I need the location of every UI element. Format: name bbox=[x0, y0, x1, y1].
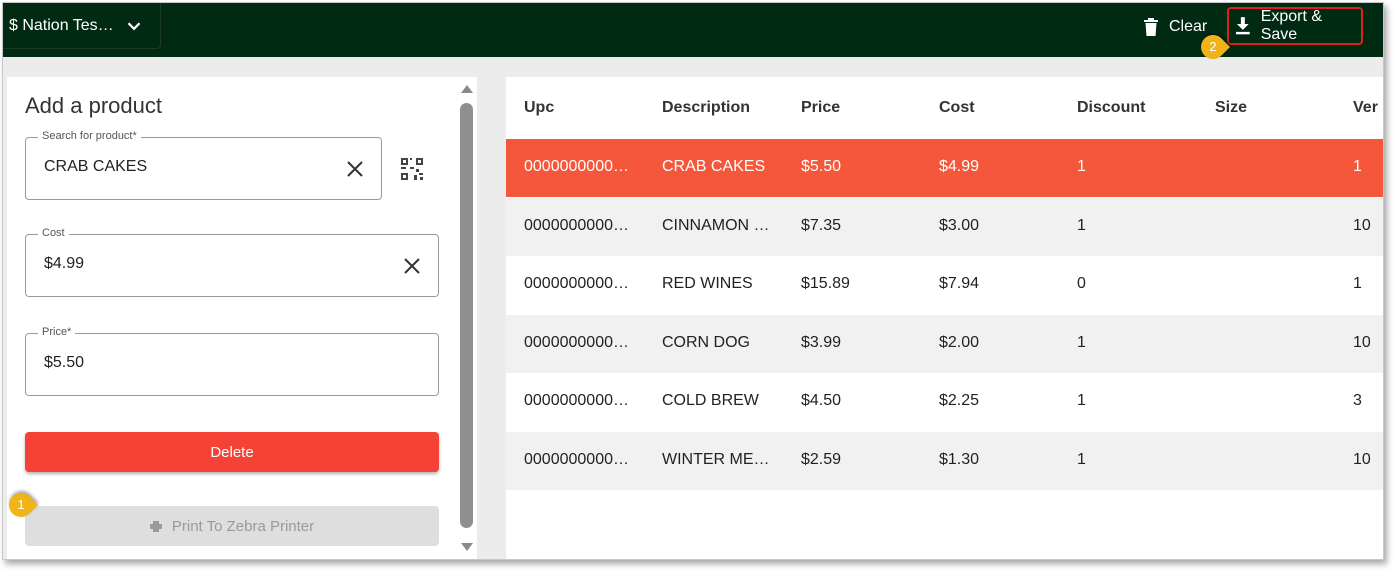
cell-description: CRAB CAKES bbox=[662, 158, 766, 175]
cell-ver: 10 bbox=[1353, 216, 1371, 234]
cost-field-value[interactable]: $4.99 bbox=[44, 255, 84, 273]
print-zebra-button[interactable]: Print To Zebra Printer bbox=[25, 506, 439, 546]
app-window: $ Nation Tes… Clear Export & Save Add a … bbox=[2, 2, 1384, 560]
top-bar: $ Nation Tes… Clear Export & Save bbox=[3, 3, 1383, 57]
add-product-panel: Add a product Search for product* CRAB C… bbox=[7, 77, 457, 559]
cell-ver: 1 bbox=[1353, 158, 1362, 175]
callout-marker-1: 1 bbox=[4, 488, 38, 522]
qr-scan-icon[interactable] bbox=[400, 157, 424, 181]
cell-price: $7.35 bbox=[801, 216, 842, 234]
callout-number: 1 bbox=[17, 497, 25, 512]
cell-upc: 0000000000… bbox=[524, 450, 629, 468]
panel-title: Add a product bbox=[25, 93, 162, 118]
export-save-button[interactable]: Export & Save bbox=[1227, 7, 1363, 45]
column-header-ver[interactable]: Ver bbox=[1353, 99, 1378, 117]
print-zebra-label: Print To Zebra Printer bbox=[171, 517, 315, 535]
column-header-discount[interactable]: Discount bbox=[1077, 99, 1145, 117]
table-row[interactable]: 0000000000… WINTER ME… $2.59 $1.30 1 10 bbox=[506, 431, 1383, 490]
cell-ver: 10 bbox=[1353, 450, 1371, 468]
cell-cost: $2.00 bbox=[939, 333, 980, 351]
cell-price: $2.59 bbox=[801, 450, 842, 468]
table-row[interactable]: 0000000000… CRAB CAKES $5.50 $4.99 1 1 bbox=[506, 139, 1383, 197]
delete-button[interactable]: Delete bbox=[25, 432, 439, 472]
column-header-description[interactable]: Description bbox=[662, 99, 750, 117]
cell-discount: 1 bbox=[1077, 333, 1086, 351]
product-table: Upc Description Price Cost Discount Size… bbox=[506, 77, 1383, 559]
table-row[interactable]: 0000000000… COLD BREW $4.50 $2.25 1 3 bbox=[506, 373, 1383, 431]
cell-discount: 0 bbox=[1077, 275, 1086, 292]
column-header-cost[interactable]: Cost bbox=[939, 99, 975, 117]
search-product-field[interactable]: Search for product* CRAB CAKES bbox=[25, 130, 382, 200]
cell-upc: 0000000000… bbox=[524, 392, 629, 409]
cell-discount: 1 bbox=[1077, 158, 1086, 175]
callout-number: 2 bbox=[1209, 39, 1217, 54]
cell-cost: $3.00 bbox=[939, 216, 980, 234]
cost-field-label: Cost bbox=[38, 227, 69, 239]
table-row[interactable]: 0000000000… CINNAMON … $7.35 $3.00 1 10 bbox=[506, 197, 1383, 256]
cell-description: WINTER ME… bbox=[662, 450, 770, 468]
cell-description: CORN DOG bbox=[662, 333, 750, 351]
close-icon[interactable] bbox=[402, 256, 422, 276]
cell-upc: 0000000000… bbox=[524, 216, 629, 234]
price-field-value[interactable]: $5.50 bbox=[44, 354, 84, 372]
cell-ver: 1 bbox=[1353, 275, 1362, 292]
scroll-thumb[interactable] bbox=[460, 103, 473, 528]
cell-description: RED WINES bbox=[662, 275, 753, 292]
cell-cost: $4.99 bbox=[939, 158, 980, 175]
cell-discount: 1 bbox=[1077, 392, 1086, 409]
printer-icon bbox=[149, 520, 162, 532]
table-row[interactable]: 0000000000… CORN DOG $3.99 $2.00 1 10 bbox=[506, 314, 1383, 373]
trash-icon bbox=[1144, 18, 1158, 36]
chevron-down-icon bbox=[127, 22, 141, 31]
cell-price: $3.99 bbox=[801, 333, 842, 351]
cost-field[interactable]: Cost $4.99 bbox=[25, 227, 439, 297]
column-header-upc[interactable]: Upc bbox=[524, 99, 554, 117]
table-header: Upc Description Price Cost Discount Size… bbox=[506, 77, 1383, 139]
clear-button[interactable]: Clear bbox=[1143, 11, 1207, 43]
cell-upc: 0000000000… bbox=[524, 333, 629, 351]
cell-description: CINNAMON … bbox=[662, 216, 770, 234]
clear-label: Clear bbox=[1169, 18, 1208, 35]
column-header-size[interactable]: Size bbox=[1215, 99, 1247, 117]
cell-cost: $1.30 bbox=[939, 450, 980, 468]
cell-ver: 10 bbox=[1353, 333, 1371, 351]
search-field-value[interactable]: CRAB CAKES bbox=[44, 158, 147, 176]
scroll-down-arrow-icon[interactable] bbox=[461, 543, 473, 551]
price-field-label: Price* bbox=[38, 326, 76, 338]
table-row[interactable]: 0000000000… RED WINES $15.89 $7.94 0 1 bbox=[506, 256, 1383, 314]
cell-discount: 1 bbox=[1077, 450, 1086, 468]
cell-upc: 0000000000… bbox=[524, 275, 629, 292]
search-field-label: Search for product* bbox=[38, 130, 141, 142]
cell-price: $5.50 bbox=[801, 158, 842, 175]
column-header-price[interactable]: Price bbox=[801, 99, 840, 117]
cell-cost: $2.25 bbox=[939, 392, 980, 409]
price-field[interactable]: Price* $5.50 bbox=[25, 326, 439, 396]
cell-price: $4.50 bbox=[801, 392, 842, 409]
scroll-up-arrow-icon[interactable] bbox=[461, 85, 473, 93]
cell-discount: 1 bbox=[1077, 216, 1086, 234]
panel-scrollbar[interactable] bbox=[457, 77, 477, 559]
close-icon[interactable] bbox=[345, 159, 365, 179]
store-selector[interactable]: $ Nation Tes… bbox=[3, 3, 161, 49]
download-icon bbox=[1235, 17, 1250, 35]
cell-ver: 3 bbox=[1353, 392, 1362, 409]
cell-description: COLD BREW bbox=[662, 392, 759, 409]
store-name: $ Nation Tes… bbox=[9, 16, 114, 34]
cell-cost: $7.94 bbox=[939, 275, 980, 292]
callout-marker-2: 2 bbox=[1196, 30, 1230, 64]
cell-price: $15.89 bbox=[801, 275, 850, 292]
cell-upc: 0000000000… bbox=[524, 158, 629, 175]
export-save-label: Export & Save bbox=[1260, 8, 1323, 43]
